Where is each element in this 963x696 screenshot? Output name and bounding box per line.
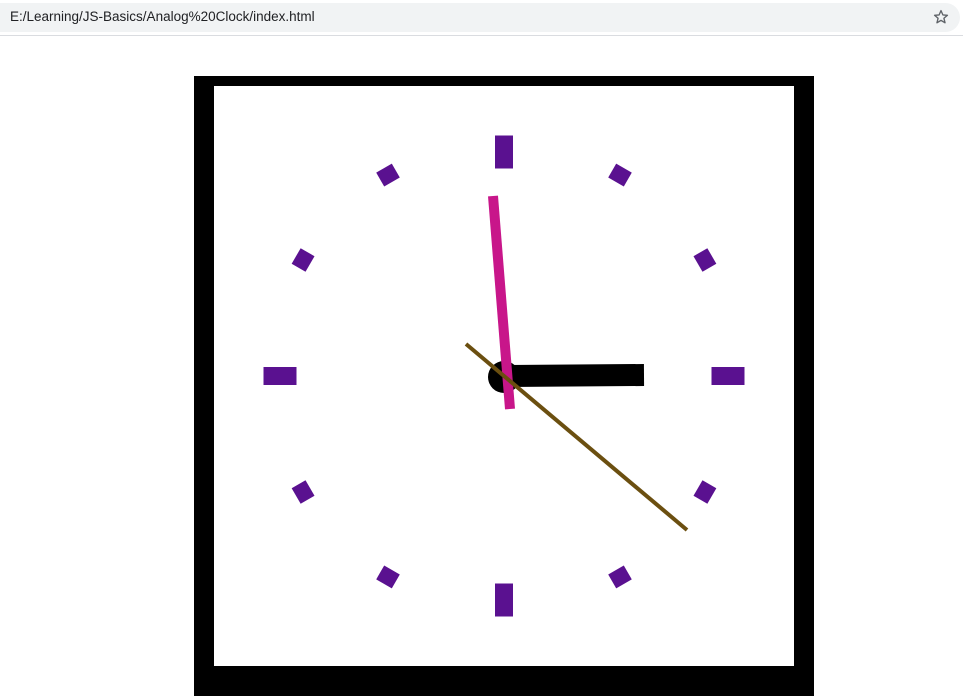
clock-dial [263,135,745,617]
hour-marker-1 [608,163,632,187]
page-content [0,36,963,696]
hour-marker-3 [711,367,745,385]
hour-marker-7 [376,565,400,589]
hour-hand [503,364,645,387]
url-text[interactable]: E:/Learning/JS-Basics/Analog%20Clock/ind… [10,9,315,24]
hour-marker-12 [495,135,513,169]
star-outline-icon[interactable] [932,8,950,26]
hour-marker-2 [693,248,717,272]
hour-marker-10 [291,248,315,272]
address-bar: E:/Learning/JS-Basics/Analog%20Clock/ind… [0,0,963,36]
hour-marker-9 [263,367,297,385]
hour-marker-8 [291,480,315,504]
hour-marker-4 [693,480,717,504]
omnibox[interactable]: E:/Learning/JS-Basics/Analog%20Clock/ind… [0,3,960,32]
hour-marker-11 [376,163,400,187]
hour-marker-6 [495,583,513,617]
hour-marker-5 [608,565,632,589]
